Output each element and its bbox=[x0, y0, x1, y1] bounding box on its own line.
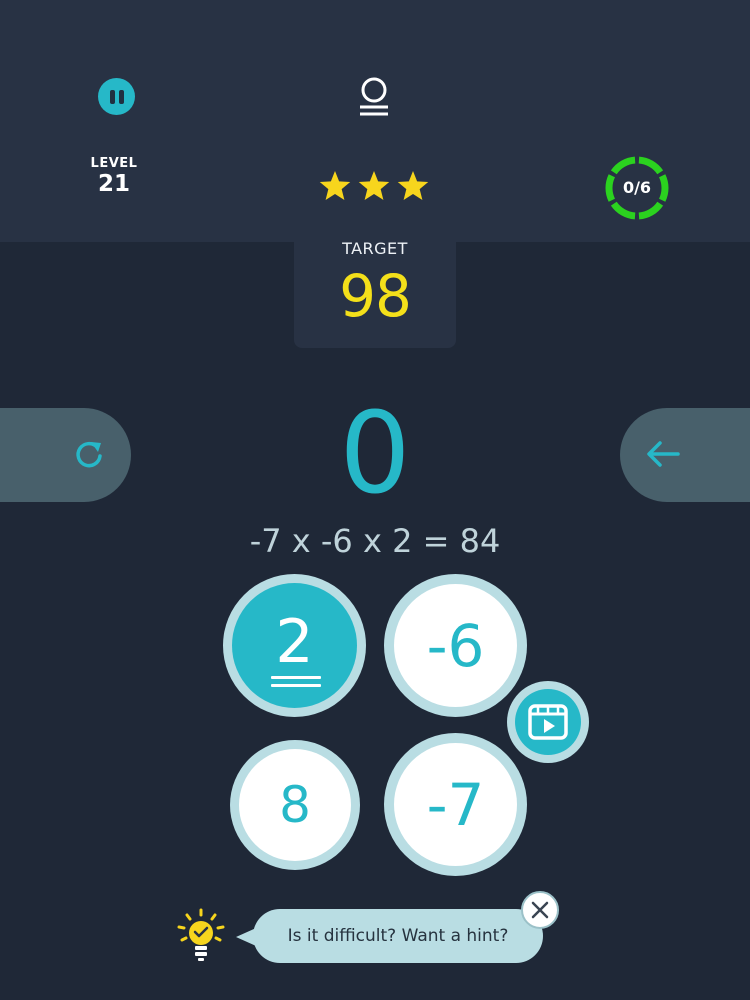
video-play-icon bbox=[528, 704, 568, 740]
progress-text: 0/6 bbox=[622, 178, 652, 197]
number-tile[interactable]: -7 bbox=[384, 733, 527, 876]
target-value: 98 bbox=[339, 262, 412, 330]
result-value: 0 bbox=[339, 389, 411, 519]
selected-underline bbox=[271, 676, 321, 692]
restart-icon bbox=[76, 441, 102, 468]
tile-number: 2 bbox=[275, 606, 314, 677]
star-icon bbox=[358, 171, 390, 200]
star-rating bbox=[319, 171, 429, 200]
target-label: TARGET bbox=[342, 239, 408, 258]
number-tile[interactable]: 2 bbox=[223, 574, 366, 717]
arrow-left-icon bbox=[647, 441, 680, 467]
restart-button[interactable] bbox=[0, 408, 131, 502]
backspace-button[interactable] bbox=[620, 408, 750, 502]
close-icon bbox=[531, 901, 549, 919]
level-value: 21 bbox=[97, 171, 130, 197]
star-icon bbox=[319, 171, 351, 200]
level-label: LEVEL bbox=[90, 156, 138, 171]
pause-button[interactable] bbox=[98, 78, 135, 115]
close-hint-button[interactable] bbox=[521, 891, 559, 929]
watch-video-button[interactable] bbox=[507, 681, 589, 763]
tile-number: -6 bbox=[426, 611, 485, 680]
hint-bubble[interactable]: Is it difficult? Want a hint? bbox=[253, 909, 543, 963]
tile-number: -7 bbox=[426, 770, 485, 839]
lightbulb-icon bbox=[177, 908, 225, 961]
tile-number: 8 bbox=[279, 776, 311, 834]
coin-stack-icon[interactable] bbox=[356, 76, 392, 120]
equation-text: -7 x -6 x 2 = 84 bbox=[249, 522, 501, 560]
number-tile[interactable]: 8 bbox=[230, 740, 360, 870]
number-tile[interactable]: -6 bbox=[384, 574, 527, 717]
star-icon bbox=[397, 171, 429, 200]
pause-icon bbox=[109, 89, 115, 104]
